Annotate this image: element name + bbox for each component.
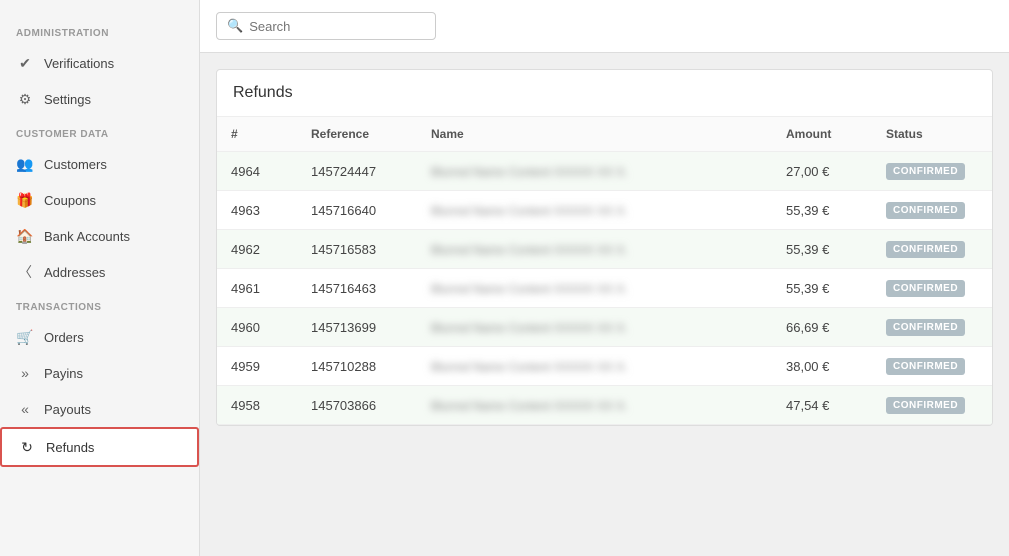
sidebar-item-label-refunds: Refunds — [46, 440, 94, 455]
addresses-icon: 〈 — [16, 263, 34, 281]
cell-reference: 145716463 — [297, 269, 417, 308]
customers-icon: 👥 — [16, 155, 34, 173]
verifications-icon: ✔ — [16, 54, 34, 72]
cell-id: 4959 — [217, 347, 297, 386]
cell-amount: 66,69 € — [772, 308, 872, 347]
cell-name: Blurred Name Content XXXXX XX X. — [417, 230, 772, 269]
cell-status: CONFIRMED — [872, 269, 992, 308]
sidebar-item-label-bank-accounts: Bank Accounts — [44, 229, 130, 244]
status-badge: CONFIRMED — [886, 397, 965, 414]
sidebar-item-label-addresses: Addresses — [44, 265, 105, 280]
status-badge: CONFIRMED — [886, 358, 965, 375]
cell-name: Blurred Name Content XXXXX XX X. — [417, 152, 772, 191]
sidebar-item-addresses[interactable]: 〈 Addresses — [0, 254, 199, 290]
cell-name: Blurred Name Content XXXXX XX X. — [417, 347, 772, 386]
table-row[interactable]: 4964145724447Blurred Name Content XXXXX … — [217, 152, 992, 191]
sidebar-item-verifications[interactable]: ✔ Verifications — [0, 45, 199, 81]
cell-status: CONFIRMED — [872, 152, 992, 191]
cell-id: 4961 — [217, 269, 297, 308]
cell-reference: 145716640 — [297, 191, 417, 230]
cell-status: CONFIRMED — [872, 230, 992, 269]
cell-amount: 27,00 € — [772, 152, 872, 191]
cell-status: CONFIRMED — [872, 386, 992, 425]
sidebar-item-bank-accounts[interactable]: 🏠 Bank Accounts — [0, 218, 199, 254]
col-header-name: Name — [417, 117, 772, 152]
cell-status: CONFIRMED — [872, 191, 992, 230]
payins-icon: » — [16, 364, 34, 382]
table-row[interactable]: 4959145710288Blurred Name Content XXXXX … — [217, 347, 992, 386]
sidebar-section-label: TRANSACTIONS — [0, 290, 199, 319]
sidebar-item-coupons[interactable]: 🎁 Coupons — [0, 182, 199, 218]
cell-reference: 145703866 — [297, 386, 417, 425]
sidebar-item-label-payouts: Payouts — [44, 402, 91, 417]
status-badge: CONFIRMED — [886, 280, 965, 297]
sidebar-section-label: CUSTOMER DATA — [0, 117, 199, 146]
sidebar-item-refunds[interactable]: ↻ Refunds — [0, 427, 199, 467]
cell-name: Blurred Name Content XXXXX XX X. — [417, 308, 772, 347]
sidebar-item-settings[interactable]: ⚙ Settings — [0, 81, 199, 117]
sidebar-item-customers[interactable]: 👥 Customers — [0, 146, 199, 182]
status-badge: CONFIRMED — [886, 241, 965, 258]
cell-status: CONFIRMED — [872, 347, 992, 386]
main-content: 🔍 Refunds #ReferenceNameAmountStatus 496… — [200, 0, 1009, 556]
cell-status: CONFIRMED — [872, 308, 992, 347]
table-row[interactable]: 4962145716583Blurred Name Content XXXXX … — [217, 230, 992, 269]
cell-id: 4964 — [217, 152, 297, 191]
cell-reference: 145716583 — [297, 230, 417, 269]
search-icon: 🔍 — [227, 18, 243, 34]
refunds-table: #ReferenceNameAmountStatus 4964145724447… — [217, 117, 992, 425]
sidebar: ADMINISTRATION ✔ Verifications ⚙ Settings CUS… — [0, 0, 200, 556]
cell-reference: 145724447 — [297, 152, 417, 191]
cell-id: 4963 — [217, 191, 297, 230]
cell-name: Blurred Name Content XXXXX XX X. — [417, 191, 772, 230]
refunds-icon: ↻ — [18, 438, 36, 456]
col-header-#: # — [217, 117, 297, 152]
cell-amount: 55,39 € — [772, 269, 872, 308]
cell-amount: 55,39 € — [772, 191, 872, 230]
cell-id: 4962 — [217, 230, 297, 269]
panel-title: Refunds — [217, 70, 992, 117]
status-badge: CONFIRMED — [886, 319, 965, 336]
cell-amount: 47,54 € — [772, 386, 872, 425]
search-bar: 🔍 — [200, 0, 1009, 53]
table-row[interactable]: 4958145703866Blurred Name Content XXXXX … — [217, 386, 992, 425]
coupons-icon: 🎁 — [16, 191, 34, 209]
status-badge: CONFIRMED — [886, 202, 965, 219]
cell-reference: 145710288 — [297, 347, 417, 386]
cell-name: Blurred Name Content XXXXX XX X. — [417, 269, 772, 308]
sidebar-item-label-customers: Customers — [44, 157, 107, 172]
content-area: Refunds #ReferenceNameAmountStatus 49641… — [200, 53, 1009, 556]
cell-id: 4958 — [217, 386, 297, 425]
cell-amount: 55,39 € — [772, 230, 872, 269]
sidebar-section-label: ADMINISTRATION — [0, 16, 199, 45]
sidebar-item-payins[interactable]: » Payins — [0, 355, 199, 391]
search-input[interactable] — [249, 19, 425, 34]
col-header-status: Status — [872, 117, 992, 152]
sidebar-item-payouts[interactable]: « Payouts — [0, 391, 199, 427]
cell-reference: 145713699 — [297, 308, 417, 347]
table-row[interactable]: 4961145716463Blurred Name Content XXXXX … — [217, 269, 992, 308]
cell-name: Blurred Name Content XXXXX XX X. — [417, 386, 772, 425]
cell-id: 4960 — [217, 308, 297, 347]
sidebar-item-label-coupons: Coupons — [44, 193, 96, 208]
orders-icon: 🛒 — [16, 328, 34, 346]
sidebar-item-orders[interactable]: 🛒 Orders — [0, 319, 199, 355]
col-header-amount: Amount — [772, 117, 872, 152]
settings-icon: ⚙ — [16, 90, 34, 108]
status-badge: CONFIRMED — [886, 163, 965, 180]
refunds-panel: Refunds #ReferenceNameAmountStatus 49641… — [216, 69, 993, 426]
sidebar-item-label-payins: Payins — [44, 366, 83, 381]
search-wrapper[interactable]: 🔍 — [216, 12, 436, 40]
sidebar-item-label-verifications: Verifications — [44, 56, 114, 71]
payouts-icon: « — [16, 400, 34, 418]
col-header-reference: Reference — [297, 117, 417, 152]
table-row[interactable]: 4960145713699Blurred Name Content XXXXX … — [217, 308, 992, 347]
cell-amount: 38,00 € — [772, 347, 872, 386]
bank-accounts-icon: 🏠 — [16, 227, 34, 245]
table-row[interactable]: 4963145716640Blurred Name Content XXXXX … — [217, 191, 992, 230]
sidebar-item-label-settings: Settings — [44, 92, 91, 107]
sidebar-item-label-orders: Orders — [44, 330, 84, 345]
